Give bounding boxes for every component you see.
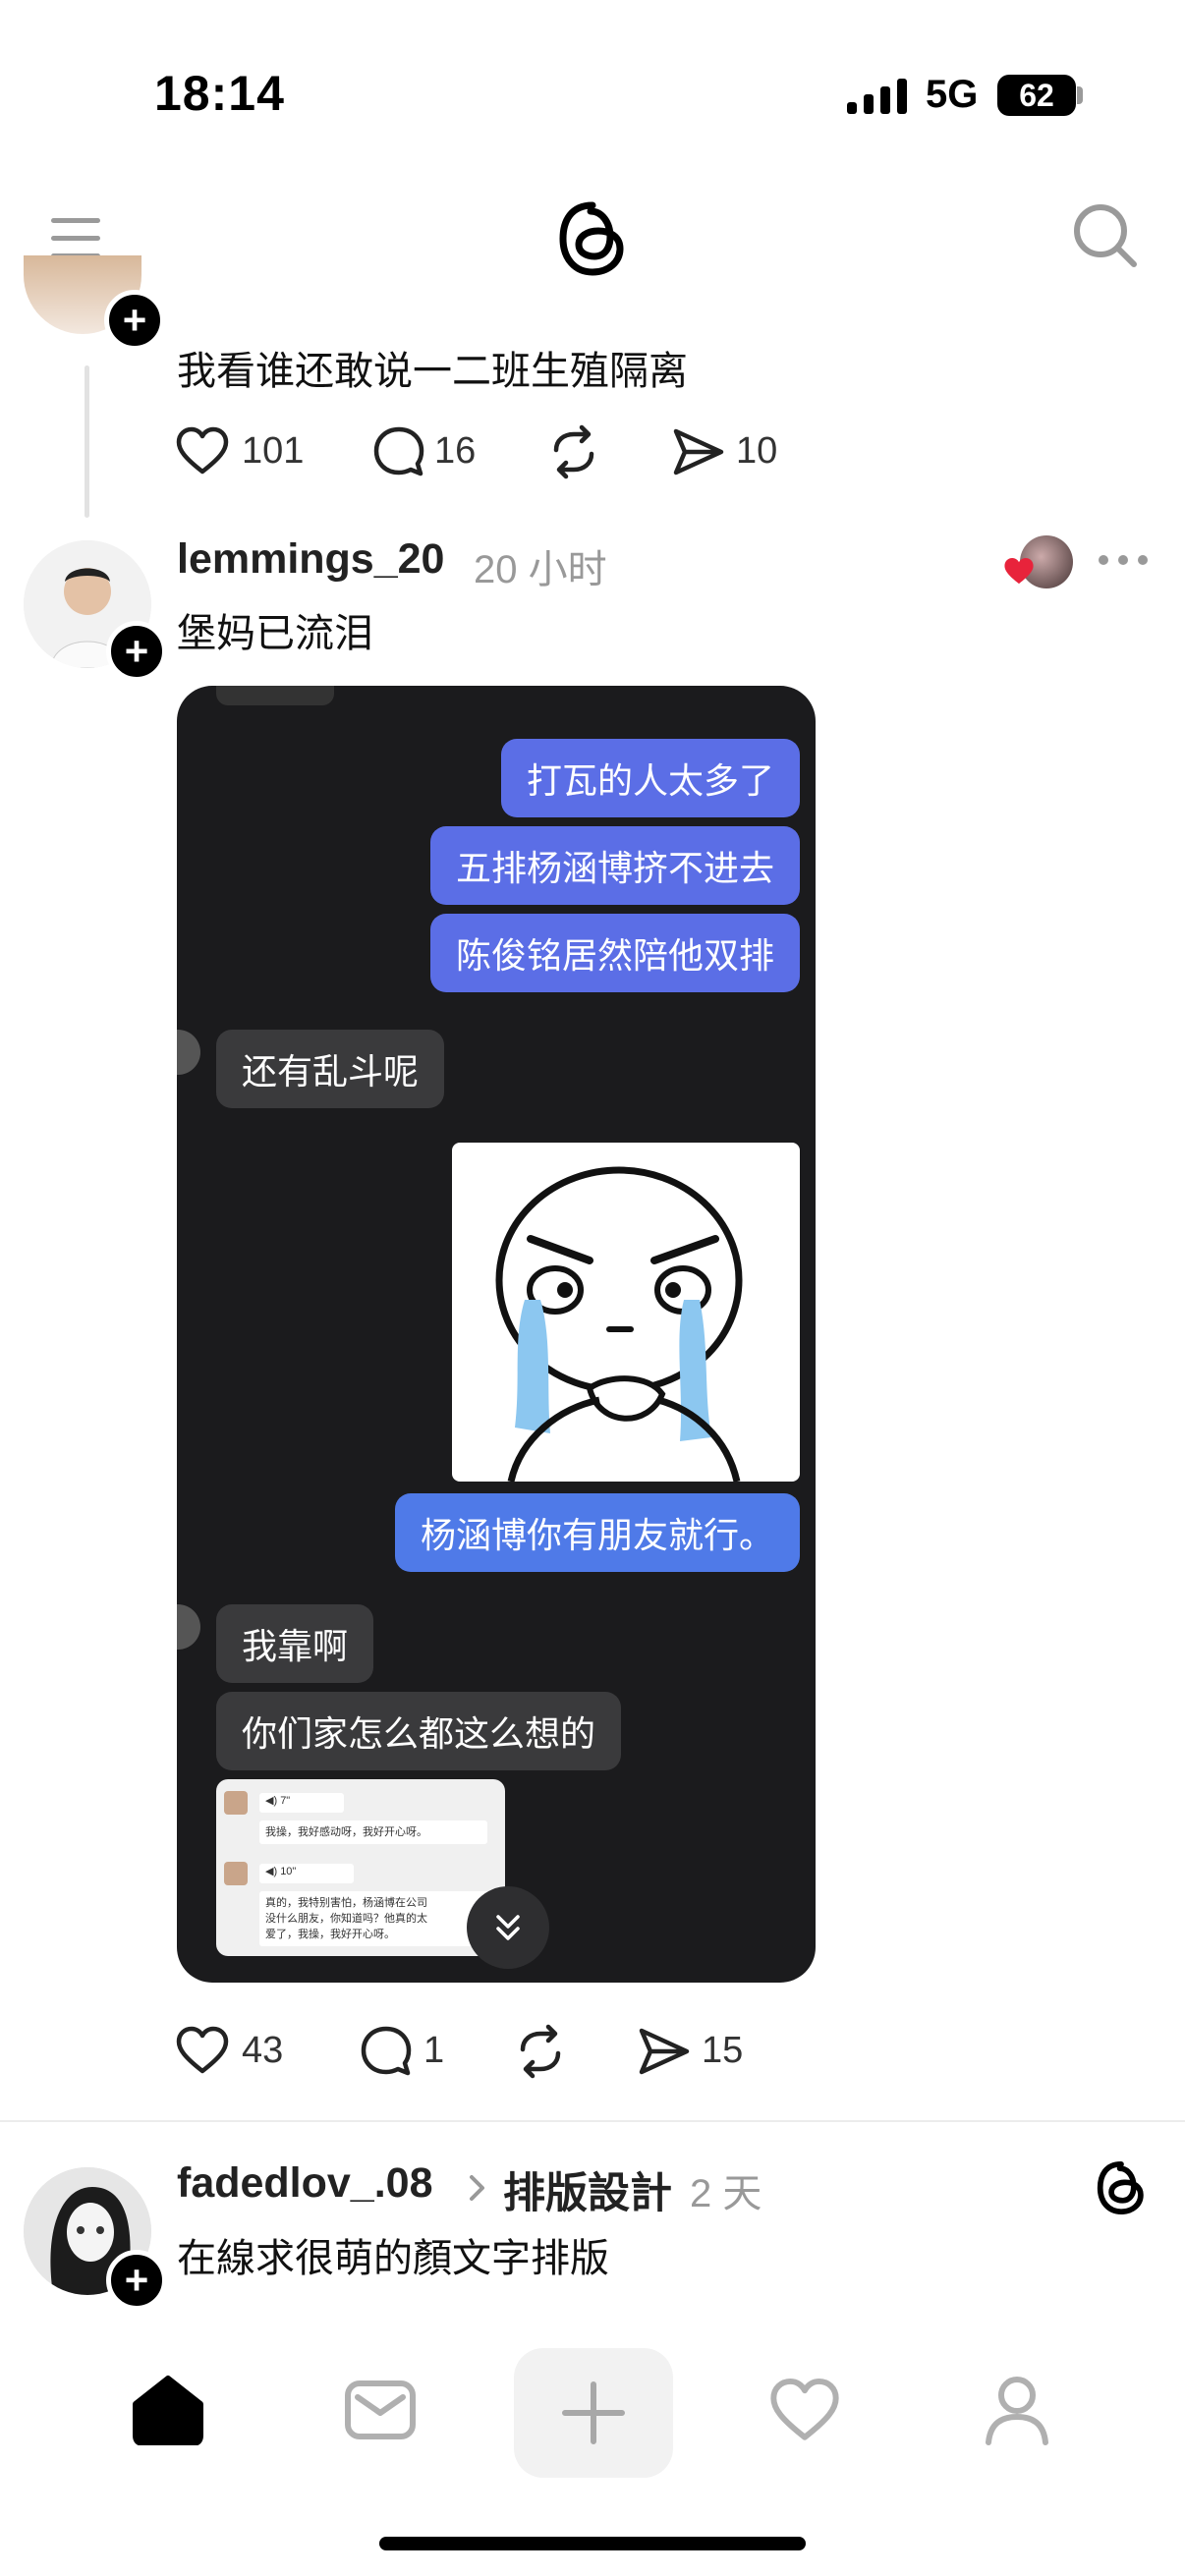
sender-avatar bbox=[177, 1604, 200, 1650]
tab-activity[interactable] bbox=[751, 2356, 859, 2464]
username[interactable]: lemmings_20 bbox=[177, 535, 444, 584]
tab-profile[interactable] bbox=[963, 2356, 1071, 2464]
plus-icon bbox=[562, 2381, 625, 2444]
post-time: 2 天 bbox=[690, 2172, 762, 2215]
battery-icon: 62 bbox=[997, 75, 1076, 116]
like-count: 101 bbox=[242, 430, 305, 472]
heart-icon bbox=[770, 2378, 839, 2440]
follow-plus-icon[interactable]: + bbox=[106, 621, 167, 682]
cellular-signal-icon bbox=[847, 79, 907, 114]
inbox-icon bbox=[345, 2380, 416, 2439]
share-count: 15 bbox=[702, 2030, 744, 2071]
post-text: 堡妈已流泪 bbox=[177, 612, 373, 655]
repost-icon[interactable] bbox=[544, 422, 603, 481]
thumb-avatar bbox=[224, 1862, 248, 1885]
thumb-line: 爱了，我操，我好开心呀。 bbox=[265, 1929, 395, 1940]
heart-icon bbox=[176, 426, 229, 475]
network-type: 5G bbox=[926, 73, 979, 116]
chat-bubble-right: 打瓦的人太多了 bbox=[500, 739, 800, 817]
comment-count: 1 bbox=[423, 2030, 445, 2071]
thumb-line: 没什么朋友，你知道吗？他真的太 bbox=[265, 1913, 427, 1925]
voice-duration: 7" bbox=[280, 1795, 291, 1807]
heart-filled-icon bbox=[1004, 558, 1034, 585]
send-icon bbox=[639, 2028, 690, 2075]
thread-line bbox=[85, 365, 89, 518]
comment-button[interactable]: 16 bbox=[371, 422, 489, 481]
tab-home[interactable] bbox=[114, 2356, 222, 2464]
post-text: 在線求很萌的顏文字排版 bbox=[177, 2237, 609, 2280]
follow-plus-icon[interactable]: + bbox=[104, 290, 165, 351]
battery-cap bbox=[1077, 86, 1083, 104]
like-button[interactable]: 43 bbox=[175, 2022, 303, 2081]
threads-logo-icon[interactable] bbox=[555, 199, 630, 278]
menu-icon[interactable] bbox=[51, 218, 102, 258]
chat-screenshot-image[interactable]: 打瓦的人太多了 五排杨涵博挤不进去 陈俊铭居然陪他双排 还有乱斗呢 杨涵博你有朋… bbox=[177, 686, 816, 1983]
comment-count: 16 bbox=[434, 430, 477, 472]
status-time: 18:14 bbox=[154, 66, 285, 121]
chat-bubble-left: 你们家怎么都这么想的 bbox=[216, 1692, 622, 1770]
thumb-avatar bbox=[224, 1791, 248, 1815]
home-indicator bbox=[379, 2537, 806, 2550]
crying-meme-image bbox=[452, 1143, 800, 1482]
profile-icon bbox=[986, 2377, 1048, 2445]
share-button[interactable]: 10 bbox=[671, 422, 789, 481]
voice-message: ◀) 10" bbox=[259, 1864, 354, 1883]
voice-duration: 10" bbox=[280, 1866, 297, 1877]
like-button[interactable]: 101 bbox=[175, 422, 312, 481]
thumb-message: 我操，我好感动呀，我好开心呀。 bbox=[259, 1820, 487, 1844]
share-count: 10 bbox=[736, 430, 778, 472]
top-bar-fragment bbox=[216, 686, 334, 705]
home-icon bbox=[133, 2376, 203, 2445]
repost-icon[interactable] bbox=[511, 2022, 570, 2081]
post-divider bbox=[0, 2120, 1185, 2122]
topic-tag[interactable]: 排版設計 bbox=[503, 2159, 672, 2220]
chat-bubble-right: 杨涵博你有朋友就行。 bbox=[394, 1493, 800, 1572]
comment-icon bbox=[361, 2026, 412, 2076]
comment-button[interactable]: 1 bbox=[359, 2022, 457, 2081]
create-post-button[interactable] bbox=[514, 2348, 673, 2478]
search-icon[interactable] bbox=[1071, 201, 1140, 270]
follow-plus-icon[interactable]: + bbox=[106, 2250, 167, 2311]
chat-bubble-left: 我靠啊 bbox=[216, 1604, 374, 1683]
comment-icon bbox=[373, 426, 424, 476]
username[interactable]: fadedlov_.08 bbox=[177, 2159, 433, 2208]
chat-bubble-right: 陈俊铭居然陪他双排 bbox=[429, 914, 800, 992]
chat-thumbnail-image: ◀) 7" 我操，我好感动呀，我好开心呀。 ◀) 10" 真的，我特别害怕，杨涵… bbox=[216, 1779, 505, 1956]
chevron-double-down-icon bbox=[496, 1915, 520, 1940]
chat-bubble-left: 还有乱斗呢 bbox=[216, 1030, 445, 1108]
chat-bubble-right: 五排杨涵博挤不进去 bbox=[429, 826, 800, 905]
send-icon bbox=[673, 428, 724, 476]
sender-avatar bbox=[177, 1030, 200, 1075]
post-text: 我看谁还敢说一二班生殖隔离 bbox=[177, 350, 688, 393]
voice-message: ◀) 7" bbox=[259, 1793, 344, 1813]
like-count: 43 bbox=[242, 2030, 284, 2071]
scroll-down-button[interactable] bbox=[467, 1886, 549, 1969]
chevron-right-icon bbox=[470, 2175, 484, 2201]
thumb-line: 真的，我特别害怕，杨涵博在公司 bbox=[265, 1897, 427, 1909]
threads-logo-icon[interactable] bbox=[1095, 2159, 1148, 2216]
battery-level: 62 bbox=[1019, 77, 1054, 113]
more-options-icon[interactable] bbox=[1096, 552, 1151, 568]
share-button[interactable]: 15 bbox=[637, 2022, 755, 2081]
post-time: 20 小时 bbox=[474, 548, 607, 591]
heart-icon bbox=[176, 2026, 229, 2074]
tab-messages[interactable] bbox=[326, 2356, 434, 2464]
